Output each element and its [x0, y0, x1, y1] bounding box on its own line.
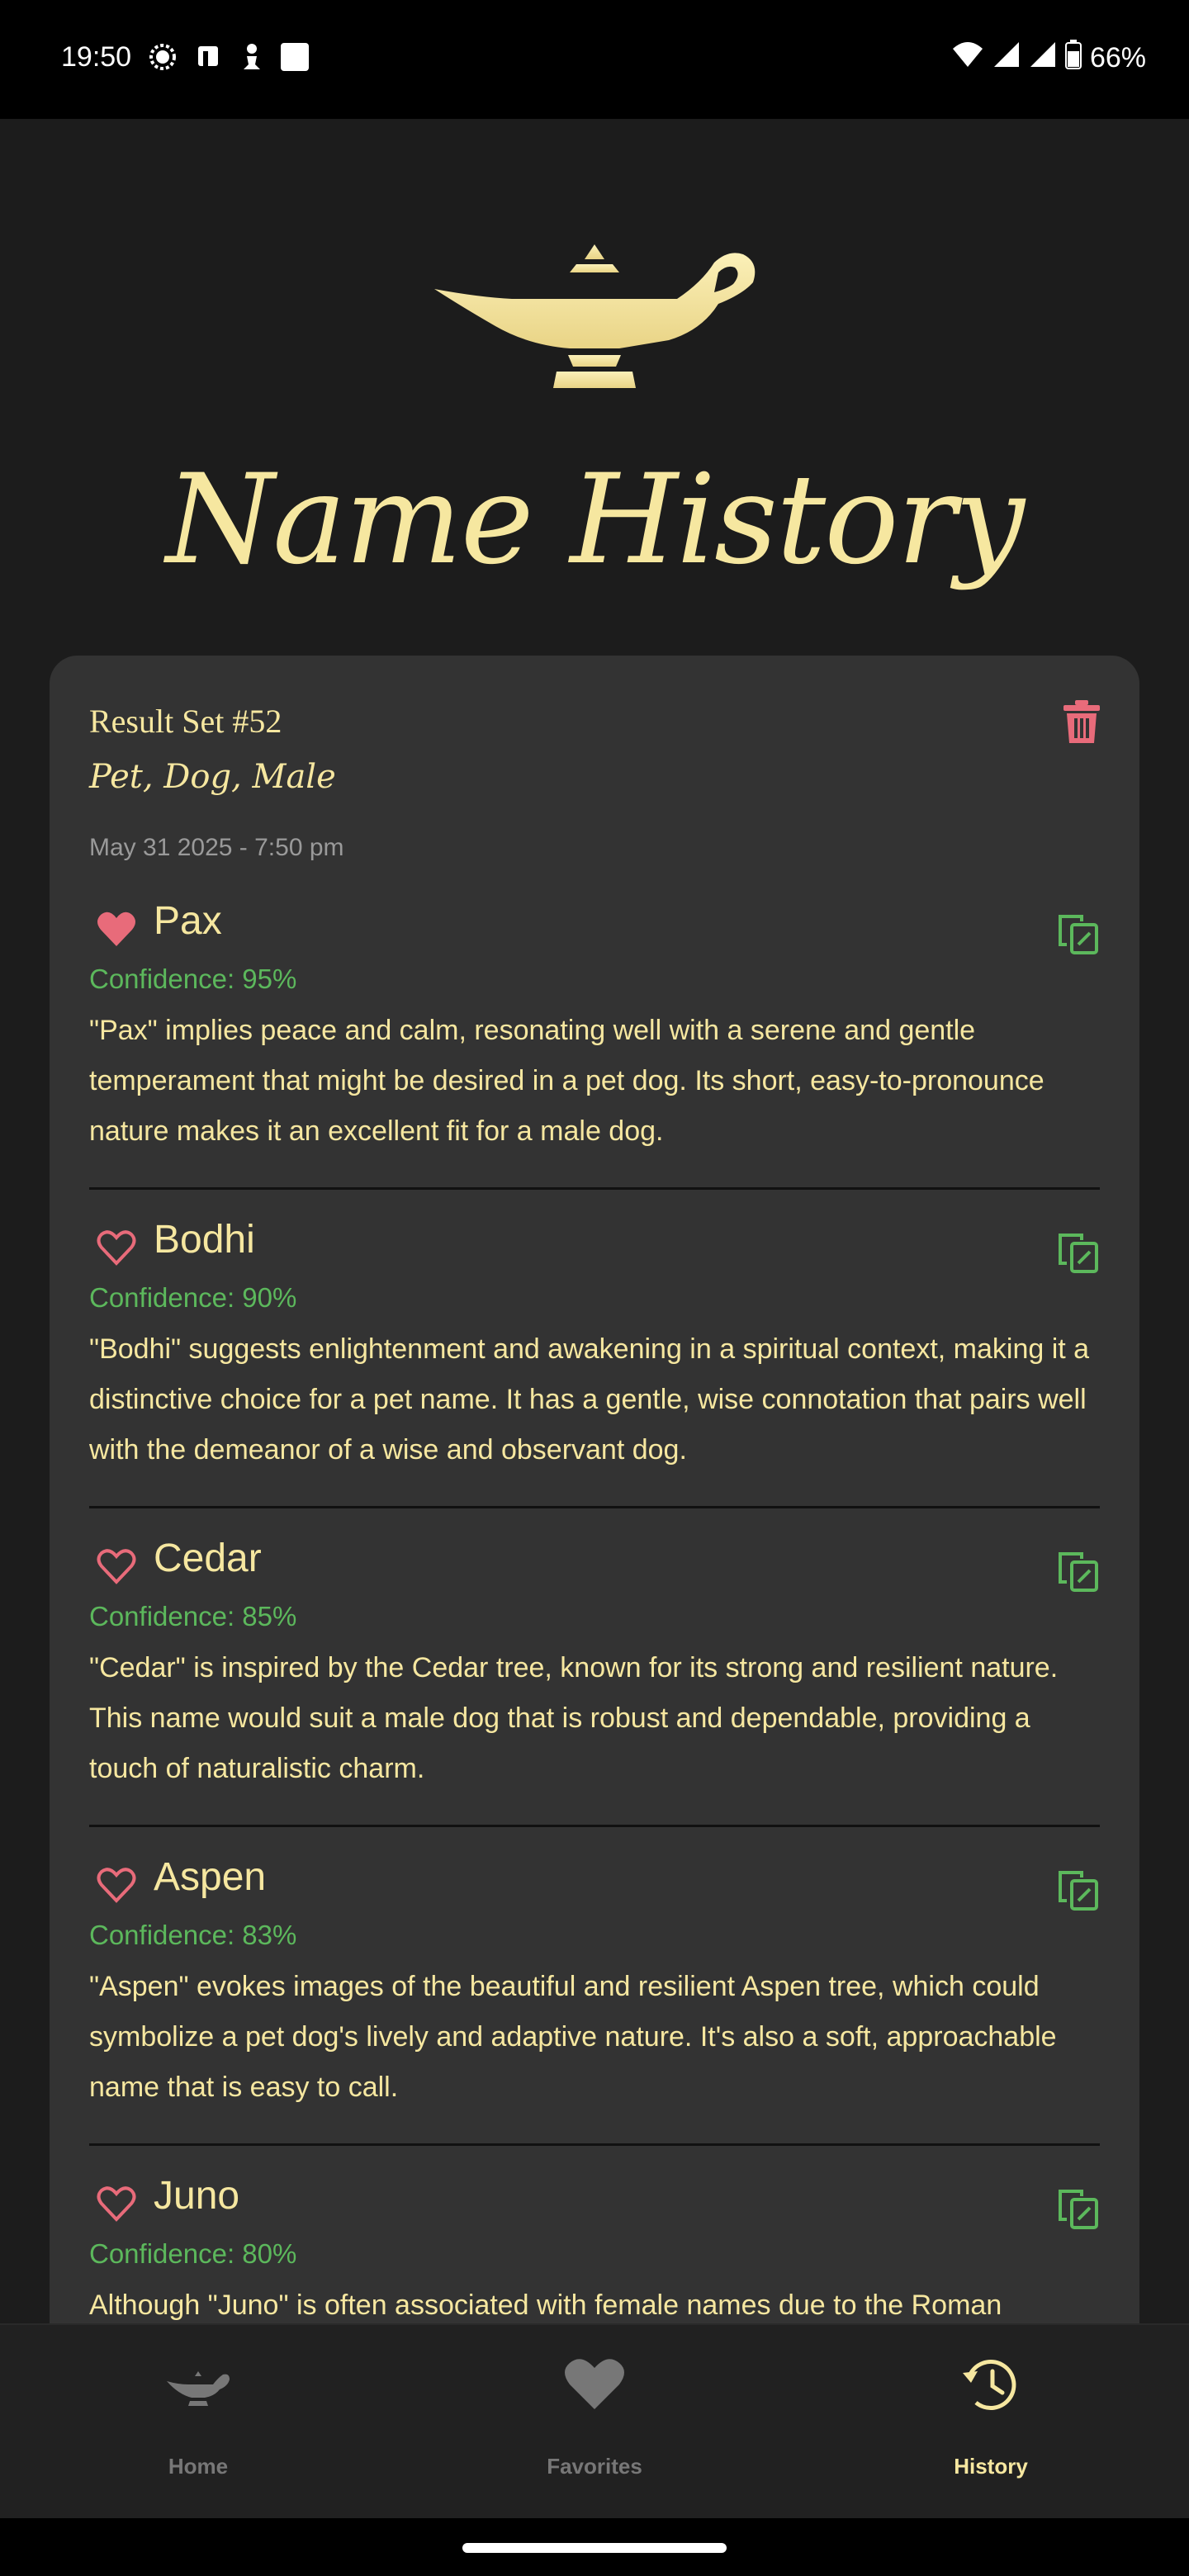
copy-icon[interactable]: [1057, 1551, 1100, 1593]
copy-icon[interactable]: [1057, 913, 1100, 956]
entry-description: "Pax" implies peace and calm, resonating…: [89, 1015, 1045, 1147]
favorite-heart-outline-icon[interactable]: [96, 1547, 137, 1585]
copy-icon[interactable]: [1057, 1232, 1100, 1275]
entry-name: Juno: [154, 2174, 240, 2218]
divider: [89, 2143, 1100, 2146]
entry-description: "Aspen" evokes images of the beautiful a…: [89, 1971, 1057, 2103]
confidence-label: Confidence: 90%: [89, 1282, 297, 1313]
confidence-label: Confidence: 83%: [89, 1920, 297, 1950]
confidence-label: Confidence: 80%: [89, 2238, 297, 2269]
page-title: Name History: [165, 448, 1025, 592]
entry-name: Cedar: [154, 1537, 262, 1580]
divider: [89, 1825, 1100, 1827]
result-set-date: May 31 2025 - 7:50 pm: [89, 834, 344, 861]
name-entry: Cedar Confidence: 85% "Cedar" is inspire…: [89, 1534, 1100, 1794]
confidence-label: Confidence: 95%: [89, 964, 297, 994]
result-set-card: Result Set #52 Pet, Dog, Male May 31 202…: [50, 656, 1139, 2323]
copy-icon[interactable]: [1057, 2188, 1100, 2231]
entry-name: Bodhi: [154, 1218, 255, 1262]
home-gesture-handle[interactable]: [462, 2543, 727, 2553]
chess-pawn-icon: [239, 41, 264, 77]
favorite-heart-outline-icon[interactable]: [96, 2185, 137, 2223]
battery-percent: 66%: [1089, 42, 1146, 73]
cell-signal-2-icon: [1029, 40, 1057, 76]
result-set-title: Result Set #52: [89, 703, 282, 740]
nav-history-label: History: [954, 2454, 1028, 2479]
system-status: 66%: [951, 40, 1146, 77]
heart-favorites-icon: [565, 2359, 624, 2409]
history-clock-icon: [963, 2360, 1016, 2410]
nav-home[interactable]: Home: [74, 2325, 322, 2520]
entry-name: Pax: [154, 899, 222, 943]
notification-icons: [147, 41, 310, 77]
divider: [89, 1187, 1100, 1190]
name-entry: Aspen Confidence: 83% "Aspen" evokes ima…: [89, 1853, 1100, 2113]
signal-app-icon: [147, 41, 178, 77]
entry-description: Although "Juno" is often associated with…: [89, 2290, 1002, 2321]
nav-favorites-label: Favorites: [547, 2454, 642, 2479]
nav-favorites[interactable]: Favorites: [471, 2325, 718, 2520]
name-entry: Pax Confidence: 95% "Pax" implies peace …: [89, 897, 1100, 1157]
favorite-heart-filled-icon[interactable]: [96, 910, 137, 948]
name-entry: Juno Confidence: 80% Although "Juno" is …: [89, 2171, 1100, 2323]
cell-signal-icon: [992, 40, 1021, 76]
favorite-heart-outline-icon[interactable]: [96, 1229, 137, 1267]
magic-lamp-logo: [434, 244, 756, 388]
lamp-home-icon: [167, 2371, 230, 2406]
nav-home-label: Home: [168, 2454, 229, 2479]
favorite-heart-outline-icon[interactable]: [96, 1866, 137, 1904]
entry-description: "Bodhi" suggests enlightenment and awake…: [89, 1333, 1090, 1466]
result-set-subtitle: Pet, Dog, Male: [89, 758, 336, 796]
square-icon: [279, 41, 310, 77]
divider: [89, 1506, 1100, 1508]
wifi-icon: [951, 40, 984, 76]
bottom-navigation: Home Favorites History: [0, 2323, 1189, 2520]
status-time: 19:50: [61, 41, 132, 73]
battery-icon: [1064, 40, 1082, 77]
clipboard-icon: [193, 41, 225, 77]
name-entry: Bodhi Confidence: 90% "Bodhi" suggests e…: [89, 1215, 1100, 1475]
status-bar: 19:50 66%: [0, 0, 1189, 119]
entry-description: "Cedar" is inspired by the Cedar tree, k…: [89, 1652, 1059, 1784]
delete-trash-icon[interactable]: [1062, 698, 1101, 745]
nav-history[interactable]: History: [867, 2325, 1115, 2520]
entry-name: Aspen: [154, 1855, 267, 1899]
copy-icon[interactable]: [1057, 1869, 1100, 1912]
confidence-label: Confidence: 85%: [89, 1601, 297, 1631]
